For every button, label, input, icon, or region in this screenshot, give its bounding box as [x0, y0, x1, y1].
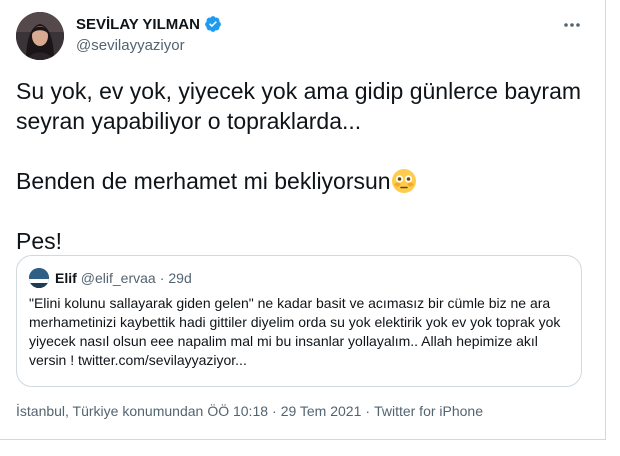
author-name-row: SEVİLAY YILMAN	[76, 14, 222, 34]
quoted-author-name: Elif	[55, 270, 77, 286]
author-info: SEVİLAY YILMAN @sevilayyaziyor	[76, 14, 222, 54]
flushed-face-emoji-icon	[391, 168, 417, 194]
quoted-separator: ·	[159, 270, 165, 286]
quoted-author-avatar	[29, 268, 49, 288]
tweet-line-2: Benden de merhamet mi bekliyorsun	[16, 168, 391, 194]
more-options-button[interactable]	[560, 14, 584, 34]
meta-separator-1: ·	[272, 403, 277, 419]
tweet-metadata: İstanbul, Türkiye konumundan ÖÖ 10:18 · …	[16, 403, 483, 419]
tweet-date[interactable]: 29 Tem 2021	[281, 403, 362, 419]
quoted-tweet-card[interactable]: Elif @elif_ervaa · 29d "Elini kolunu sal…	[16, 255, 582, 387]
tweet-line-2-wrapper: Benden de merhamet mi bekliyorsun	[16, 166, 586, 196]
quoted-author-handle: @elif_ervaa	[80, 270, 156, 286]
tweet-location: İstanbul, Türkiye konumundan	[16, 403, 204, 419]
more-horizontal-icon	[563, 15, 581, 33]
tweet-text: Su yok, ev yok, yiyecek yok ama gidip gü…	[16, 76, 586, 256]
tweet-line-1: Su yok, ev yok, yiyecek yok ama gidip gü…	[16, 78, 582, 134]
meta-separator-2: ·	[365, 403, 371, 419]
verified-badge-icon	[204, 15, 222, 33]
author-display-name[interactable]: SEVİLAY YILMAN	[76, 16, 200, 33]
author-handle[interactable]: @sevilayyaziyor	[76, 37, 222, 54]
quoted-tweet-text: "Elini kolunu sallayarak giden gelen" ne…	[29, 295, 561, 368]
tweet-line-3: Pes!	[16, 228, 63, 254]
quoted-tweet-header: Elif @elif_ervaa · 29d	[29, 268, 192, 288]
avatar-image	[16, 12, 64, 60]
tweet-card: SEVİLAY YILMAN @sevilayyaziyor Su yok, e…	[0, 0, 606, 440]
author-avatar[interactable]	[16, 12, 64, 60]
tweet-source[interactable]: Twitter for iPhone	[374, 403, 483, 419]
tweet-time[interactable]: ÖÖ 10:18	[207, 403, 268, 419]
quoted-date: 29d	[168, 270, 192, 286]
